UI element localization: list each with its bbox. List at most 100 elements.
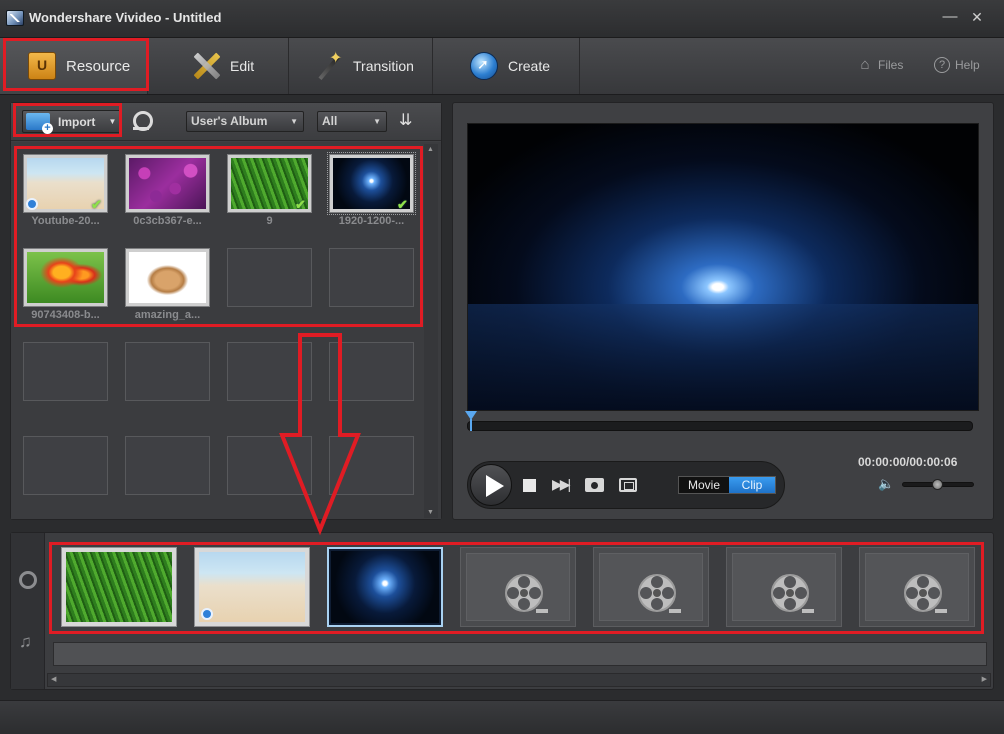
tab-edit[interactable]: Edit <box>150 38 289 94</box>
media-thumbnail-label: Youtube-20... <box>31 215 100 227</box>
volume-slider-handle[interactable] <box>932 479 943 490</box>
filter-select[interactable]: All ▼ <box>317 111 387 132</box>
film-reel-icon <box>19 571 37 589</box>
close-button[interactable]: ✕ <box>968 8 986 26</box>
tab-resource[interactable]: Resource <box>0 38 148 94</box>
title-bar: Wondershare Vivideo - Untitled — ✕ <box>0 0 1004 38</box>
empty-thumbnail-slot <box>23 436 108 495</box>
volume-icon[interactable]: 🔈 <box>878 477 894 491</box>
video-badge-icon <box>26 198 38 210</box>
media-thumbnail[interactable] <box>125 248 210 307</box>
empty-thumbnail-slot <box>329 248 414 307</box>
empty-thumbnail-slot <box>227 436 312 495</box>
media-thumbnail[interactable]: ✔ <box>23 154 108 213</box>
film-reel-icon <box>904 574 947 613</box>
storyboard-clip-selected[interactable] <box>327 547 443 627</box>
scroll-right-icon[interactable]: ▶ <box>982 675 987 683</box>
import-button[interactable]: Import <box>22 110 118 134</box>
resource-toolbar: Import ▼ User's Album ▼ All ▼ ⇊ <box>11 103 441 141</box>
next-frame-button[interactable]: ▶▶| <box>552 476 572 492</box>
tab-edit-label: Edit <box>230 58 255 74</box>
fullscreen-button[interactable] <box>619 478 637 492</box>
clip-image <box>199 552 305 622</box>
empty-slot-frame <box>466 553 570 621</box>
playhead-handle[interactable] <box>465 411 477 431</box>
magic-wand-icon <box>315 48 343 80</box>
chevron-down-icon: ▼ <box>290 117 298 126</box>
preview-timeline[interactable] <box>467 421 973 431</box>
tab-create[interactable]: Create <box>433 38 580 94</box>
empty-clip-slot[interactable] <box>859 547 975 627</box>
check-icon: ✔ <box>295 197 306 212</box>
resource-panel: Import ▼ User's Album ▼ All ▼ ⇊ ✔ Youtub… <box>10 102 442 520</box>
webcam-icon[interactable] <box>132 111 153 131</box>
storage-box-icon <box>28 52 56 80</box>
scroll-left-icon[interactable]: ◀ <box>51 675 56 683</box>
import-label: Import <box>58 114 96 129</box>
status-bar <box>0 700 1004 734</box>
check-icon: ✔ <box>397 197 408 212</box>
album-select[interactable]: User's Album ▼ <box>186 111 304 132</box>
storyboard-clip[interactable] <box>61 547 177 627</box>
empty-thumbnail-slot <box>227 248 312 307</box>
tab-transition[interactable]: Transition <box>289 38 433 94</box>
media-thumbnail[interactable]: ✔ <box>327 152 416 215</box>
empty-thumbnail-slot <box>329 436 414 495</box>
media-thumbnail-label: 0c3cb367-e... <box>133 215 202 227</box>
video-preview <box>467 123 979 411</box>
empty-slot-frame <box>865 553 969 621</box>
pencil-icon <box>192 52 220 80</box>
media-thumbnail[interactable]: ✔ <box>227 154 312 213</box>
check-icon: ✔ <box>91 197 102 212</box>
empty-thumbnail-slot <box>23 342 108 401</box>
audio-track[interactable] <box>53 642 987 666</box>
scroll-down-icon[interactable]: ▼ <box>427 509 434 516</box>
storyboard-scrollbar[interactable]: ◀ ▶ <box>47 673 991 687</box>
import-folder-icon <box>26 113 53 134</box>
globe-icon <box>470 52 498 80</box>
import-dropdown-button[interactable]: ▼ <box>106 110 120 133</box>
empty-clip-slot[interactable] <box>726 547 842 627</box>
tab-create-label: Create <box>508 58 551 74</box>
film-reel-icon <box>771 574 814 613</box>
media-thumbnail-label: 1920-1200-... <box>338 215 405 227</box>
film-reel-icon <box>505 574 548 613</box>
media-thumbnail-label: 90743408-b... <box>31 309 100 321</box>
help-icon: ? <box>934 57 950 73</box>
filter-select-value: All <box>322 114 338 128</box>
timecode-display: 00:00:00/00:00:06 <box>858 455 958 469</box>
minimize-button[interactable]: — <box>941 8 959 26</box>
empty-thumbnail-slot <box>125 342 210 401</box>
playback-controls: ▶▶| Movie Clip <box>467 461 785 509</box>
chevron-down-icon: ▼ <box>373 117 381 126</box>
sort-icon[interactable]: ⇊ <box>399 111 421 131</box>
scroll-up-icon[interactable]: ▲ <box>427 146 434 153</box>
empty-slot-frame <box>599 553 703 621</box>
files-link[interactable]: ⌂ Files <box>857 57 903 73</box>
video-track <box>49 543 989 633</box>
clip-mode-button[interactable]: Clip <box>729 477 775 493</box>
empty-thumbnail-slot <box>125 436 210 495</box>
snapshot-button[interactable] <box>585 478 604 492</box>
media-thumbnail-label: 9 <box>266 215 273 227</box>
files-label: Files <box>878 58 904 72</box>
storyboard-clip[interactable] <box>194 547 310 627</box>
tab-transition-label: Transition <box>353 58 414 74</box>
movie-mode-button[interactable]: Movie <box>679 477 729 493</box>
help-link[interactable]: ? Help <box>934 57 980 73</box>
home-icon: ⌂ <box>860 56 870 73</box>
movie-clip-toggle: Movie Clip <box>678 476 776 494</box>
empty-clip-slot[interactable] <box>460 547 576 627</box>
video-badge-icon <box>201 608 213 620</box>
play-button[interactable] <box>470 464 512 506</box>
stop-button[interactable] <box>523 479 536 492</box>
empty-clip-slot[interactable] <box>593 547 709 627</box>
storyboard-sidebar: ♫ <box>11 533 45 689</box>
help-label: Help <box>955 58 980 72</box>
film-reel-icon <box>638 574 681 613</box>
media-thumbnail[interactable] <box>23 248 108 307</box>
media-thumbnail[interactable] <box>125 154 210 213</box>
clip-image <box>331 551 439 623</box>
library-scrollbar[interactable]: ▲ ▼ <box>424 144 438 518</box>
preview-panel: ▶▶| Movie Clip 00:00:00/00:00:06 🔈 <box>452 102 994 520</box>
